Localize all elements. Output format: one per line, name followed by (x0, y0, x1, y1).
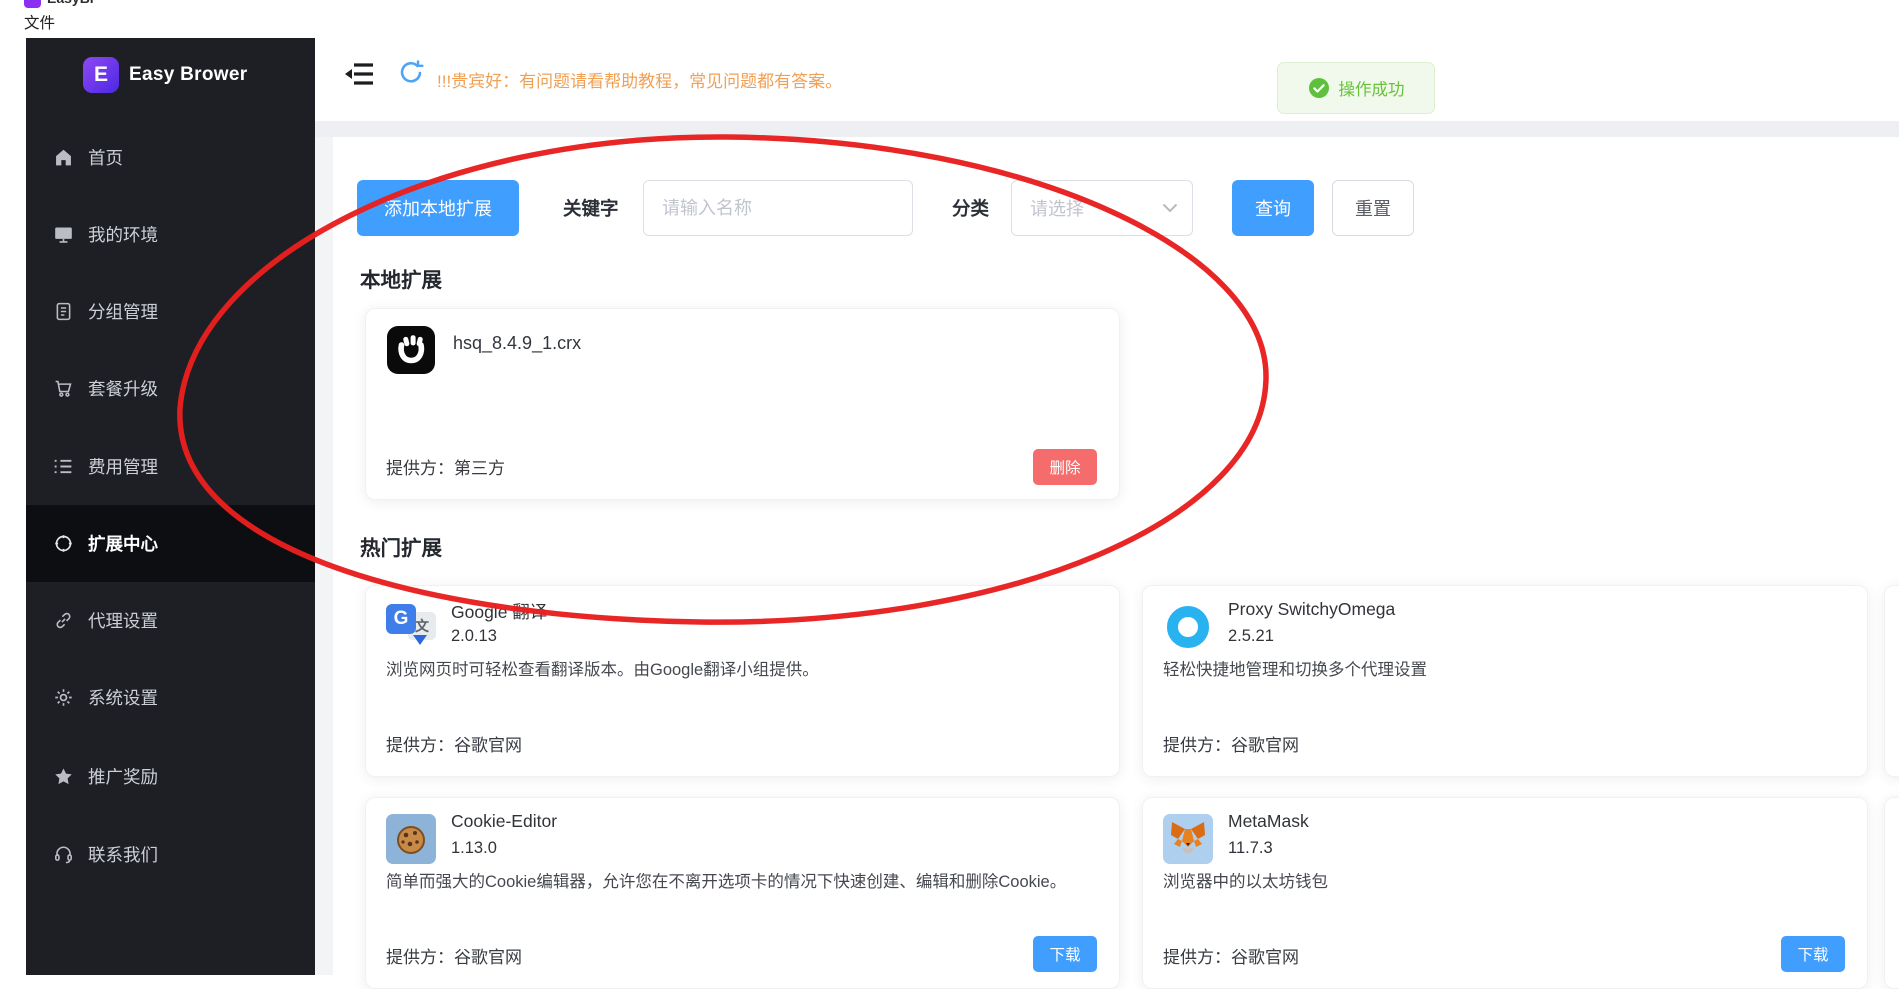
sidebar-item-label: 我的环境 (88, 225, 158, 245)
extension-version: 2.5.21 (1228, 627, 1274, 645)
sidebar-item-plan-upgrade[interactable]: 套餐升级 (26, 350, 315, 427)
hot-extension-card-google-translate: 文 G Google 翻译 2.0.13 浏览网页时可轻松查看翻译版本。由Goo… (365, 585, 1120, 777)
sidebar-item-system-settings[interactable]: 系统设置 (26, 659, 315, 736)
content-gutter (315, 137, 333, 975)
sidebar-item-label: 扩展中心 (88, 534, 158, 554)
sidebar-item-referral-rewards[interactable]: 推广奖励 (26, 738, 315, 815)
sidebar-item-home[interactable]: 首页 (26, 119, 315, 196)
google-translate-icon: 文 G (386, 602, 436, 652)
extension-name: Cookie-Editor (451, 811, 558, 831)
sidebar-item-contact-us[interactable]: 联系我们 (26, 816, 315, 893)
hot-extension-card-switchyomega: Proxy SwitchyOmega 2.5.21 轻松快捷地管理和切换多个代理… (1142, 585, 1868, 777)
app-logo-icon: E (83, 57, 119, 93)
extension-provider: 提供方：谷歌官网 (1163, 736, 1299, 755)
headset-icon (55, 846, 72, 864)
content-divider (315, 121, 1899, 137)
hot-extension-card-metamask: MetaMask 11.7.3 浏览器中的以太坊钱包 提供方：谷歌官网 下载 (1142, 797, 1868, 989)
sidebar-item-extension-center[interactable]: 扩展中心 (26, 505, 315, 582)
check-circle-icon (1308, 78, 1329, 98)
extension-version: 2.0.13 (451, 627, 497, 645)
sidebar-item-label: 推广奖励 (88, 767, 158, 787)
cookie-editor-icon (386, 814, 436, 864)
extension-provider: 提供方：谷歌官网 (386, 948, 522, 967)
collapse-sidebar-button[interactable] (345, 61, 377, 87)
local-extension-card: hsq_8.4.9_1.crx 提供方：第三方 删除 (365, 308, 1120, 500)
sidebar-item-label: 代理设置 (88, 611, 158, 631)
hot-extensions-heading: 热门扩展 (360, 537, 442, 560)
star-icon (55, 768, 72, 785)
chevron-down-icon (1162, 203, 1178, 213)
extension-name: Google 翻译 (451, 602, 548, 622)
sidebar-item-label: 费用管理 (88, 457, 158, 477)
reset-button[interactable]: 重置 (1332, 180, 1414, 236)
toast-text: 操作成功 (1338, 81, 1405, 99)
extension-description: 简单而强大的Cookie编辑器，允许您在不离开选项卡的情况下快速创建、编辑和删除… (386, 873, 1067, 891)
refresh-button[interactable] (397, 58, 425, 86)
document-icon (56, 302, 71, 321)
keyword-input[interactable] (643, 180, 913, 236)
crosshair-icon (55, 535, 72, 552)
google-translate-icon-triangle (413, 635, 427, 645)
extension-version: 11.7.3 (1228, 839, 1273, 857)
extension-description: 浏览器中的以太坊钱包 (1163, 873, 1328, 891)
extension-provider: 提供方：谷歌官网 (386, 736, 522, 755)
home-icon (56, 149, 71, 166)
success-toast: 操作成功 (1277, 62, 1435, 114)
sidebar-item-label: 首页 (88, 148, 123, 168)
download-button[interactable]: 下载 (1781, 936, 1845, 972)
sidebar-item-label: 套餐升级 (88, 379, 158, 399)
sidebar-item-label: 联系我们 (88, 845, 158, 865)
sidebar: E Easy Brower 首页 我的环境 分组管理 套餐升级 费用管理 扩展中… (26, 38, 315, 975)
extension-provider: 提供方：谷歌官网 (1163, 948, 1299, 967)
switchyomega-icon (1167, 606, 1209, 648)
sidebar-item-label: 分组管理 (88, 302, 158, 322)
refresh-icon (400, 60, 424, 83)
keyword-label: 关键字 (563, 198, 619, 219)
monitor-icon (55, 227, 72, 243)
category-select-placeholder: 请选择 (1030, 199, 1084, 219)
sidebar-item-group-management[interactable]: 分组管理 (26, 273, 315, 350)
extension-description: 轻松快捷地管理和切换多个代理设置 (1163, 661, 1427, 679)
hsq-extension-icon (387, 326, 435, 374)
sidebar-item-label: 系统设置 (88, 688, 158, 708)
extension-version: 1.13.0 (451, 839, 497, 857)
cart-icon (55, 380, 72, 397)
notice-banner: !!!贵宾好：有问题请看帮助教程，常见问题都有答案。 (437, 72, 843, 91)
hot-extension-card-partial (1884, 797, 1899, 989)
menu-file[interactable]: 文件 (24, 11, 55, 33)
list-icon (54, 459, 72, 474)
category-select[interactable]: 请选择 (1011, 180, 1193, 236)
sidebar-item-proxy-settings[interactable]: 代理设置 (26, 582, 315, 659)
sidebar-item-my-environments[interactable]: 我的环境 (26, 196, 315, 273)
sidebar-item-billing[interactable]: 费用管理 (26, 428, 315, 505)
local-extension-name: hsq_8.4.9_1.crx (453, 333, 582, 353)
app-window-icon (24, 0, 41, 8)
local-extensions-heading: 本地扩展 (360, 269, 442, 292)
menu-fold-icon (345, 63, 373, 85)
download-button[interactable]: 下载 (1033, 936, 1097, 972)
app-logo-text: Easy Brower (129, 64, 248, 85)
hot-extension-card-cookie-editor: Cookie-Editor 1.13.0 简单而强大的Cookie编辑器，允许您… (365, 797, 1120, 989)
extension-name: MetaMask (1228, 811, 1309, 831)
local-extension-provider: 提供方：第三方 (386, 459, 505, 478)
category-label: 分类 (952, 198, 990, 219)
google-translate-icon-g-square: G (386, 604, 416, 634)
extension-name: Proxy SwitchyOmega (1228, 599, 1396, 619)
link-icon (56, 612, 71, 629)
delete-extension-button[interactable]: 删除 (1033, 449, 1097, 485)
gear-icon (55, 689, 72, 706)
app-window-title: EasyBr (47, 0, 95, 8)
hot-extension-card-partial (1884, 585, 1899, 777)
add-local-extension-button[interactable]: 添加本地扩展 (357, 180, 519, 236)
search-button[interactable]: 查询 (1232, 180, 1314, 236)
extension-description: 浏览网页时可轻松查看翻译版本。由Google翻译小组提供。 (386, 661, 819, 679)
metamask-icon (1163, 814, 1213, 864)
